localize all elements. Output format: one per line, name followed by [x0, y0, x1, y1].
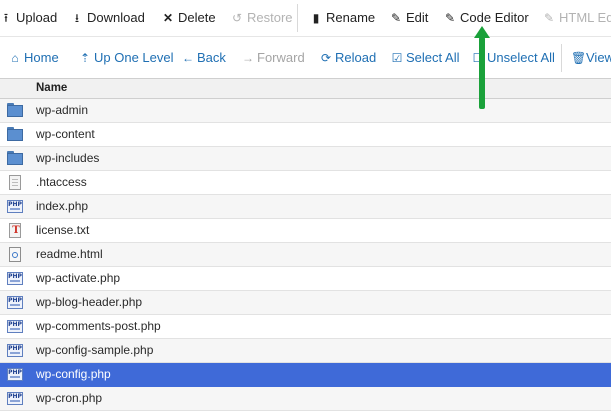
file-name[interactable]: license.txt: [36, 219, 89, 242]
pencil-icon: ✎: [390, 11, 402, 25]
back-button[interactable]: ← Back: [182, 49, 226, 67]
file-name[interactable]: wp-comments-post.php: [36, 315, 161, 338]
folder-icon: [7, 103, 23, 118]
toolbar-divider: [297, 4, 298, 32]
php-file-icon: PHP: [7, 343, 23, 358]
forward-button[interactable]: → Forward: [242, 49, 305, 67]
view-trash-button[interactable]: 🗑View: [571, 49, 611, 67]
arrow-right-icon: →: [242, 51, 254, 65]
home-button[interactable]: ⌂ Home: [9, 49, 58, 67]
folder-icon: [7, 151, 23, 166]
folder-icon: [7, 127, 23, 142]
edit-button[interactable]: ✎ Edit: [390, 9, 428, 27]
reload-icon: ⟳: [320, 51, 332, 65]
file-name[interactable]: wp-activate.php: [36, 267, 120, 290]
file-name[interactable]: wp-config.php: [36, 363, 111, 386]
annotation-arrow-shaft: [479, 37, 485, 109]
file-icon: [7, 175, 23, 190]
level-up-icon: ⇡: [79, 51, 91, 65]
download-icon: ⭳: [74, 11, 80, 25]
php-file-icon: PHP: [7, 271, 23, 286]
file-list-table: Name wp-admin wp-content wp-includes .htacc…: [0, 78, 611, 411]
table-row[interactable]: .htaccess: [0, 171, 611, 195]
table-row[interactable]: PHP wp-cron.php: [0, 387, 611, 411]
table-row[interactable]: wp-admin: [0, 99, 611, 123]
php-file-icon: PHP: [7, 199, 23, 214]
reload-button[interactable]: ⟳ Reload: [320, 49, 376, 67]
upload-button[interactable]: ⭱ Upload: [0, 9, 57, 27]
restore-icon: ↺: [231, 11, 243, 25]
php-file-icon: PHP: [7, 367, 23, 382]
table-row[interactable]: PHP wp-comments-post.php: [0, 315, 611, 339]
code-editor-button[interactable]: ✎ Code Editor: [444, 9, 529, 27]
table-row[interactable]: Tlicense.txt: [0, 219, 611, 243]
rename-button[interactable]: ▮ Rename: [310, 9, 375, 27]
table-row[interactable]: PHP wp-blog-header.php: [0, 291, 611, 315]
trash-icon: 🗑: [571, 51, 587, 65]
file-name[interactable]: readme.html: [36, 243, 103, 266]
table-row[interactable]: PHP wp-config-sample.php: [0, 339, 611, 363]
code-editor-icon: ✎: [444, 11, 456, 25]
delete-icon: ✕: [162, 11, 174, 25]
table-row[interactable]: PHP wp-activate.php: [0, 267, 611, 291]
arrow-left-icon: ←: [182, 51, 194, 65]
file-name[interactable]: wp-blog-header.php: [36, 291, 142, 314]
file-list-body: wp-admin wp-content wp-includes .htaccess PH…: [0, 99, 611, 411]
delete-button[interactable]: ✕ Delete: [162, 9, 216, 27]
php-file-icon: PHP: [7, 319, 23, 334]
up-one-level-button[interactable]: ⇡ Up One Level: [79, 49, 174, 67]
restore-button[interactable]: ↺ Restore: [231, 9, 293, 27]
file-name[interactable]: wp-includes: [36, 147, 99, 170]
file-name[interactable]: wp-cron.php: [36, 387, 102, 410]
html-editor-button[interactable]: ✎HTML Edit: [543, 9, 611, 27]
file-name[interactable]: wp-content: [36, 123, 95, 146]
toolbar-divider: [561, 44, 562, 72]
table-header: Name: [0, 78, 611, 99]
html-editor-icon: ✎: [543, 11, 555, 25]
select-all-button[interactable]: ☑ Select All: [391, 49, 460, 67]
html-file-icon: [7, 247, 23, 262]
file-name[interactable]: .htaccess: [36, 171, 87, 194]
navigation-toolbar: ⌂ Home ⇡ Up One Level ← Back → Forward ⟳ Relo…: [0, 36, 611, 79]
php-file-icon: PHP: [7, 391, 23, 406]
table-row[interactable]: PHP wp-config.php: [0, 363, 611, 387]
checkbox-checked-icon: ☑: [391, 51, 403, 65]
rename-icon: ▮: [312, 11, 320, 25]
table-row[interactable]: wp-content: [0, 123, 611, 147]
download-button[interactable]: ⭳ Download: [71, 9, 145, 27]
column-header-name[interactable]: Name: [36, 79, 67, 98]
table-row[interactable]: wp-includes: [0, 147, 611, 171]
upload-icon: ⭱: [3, 11, 9, 25]
file-name[interactable]: wp-config-sample.php: [36, 339, 153, 362]
file-name[interactable]: index.php: [36, 195, 88, 218]
file-name[interactable]: wp-admin: [36, 99, 88, 122]
php-file-icon: PHP: [7, 295, 23, 310]
action-toolbar: ⭱ Upload ⭳ Download ✕ Delete ↺ Restore ▮ Rena…: [0, 0, 611, 36]
home-icon: ⌂: [11, 51, 19, 65]
text-file-icon: T: [7, 223, 23, 238]
table-row[interactable]: readme.html: [0, 243, 611, 267]
table-row[interactable]: PHP index.php: [0, 195, 611, 219]
